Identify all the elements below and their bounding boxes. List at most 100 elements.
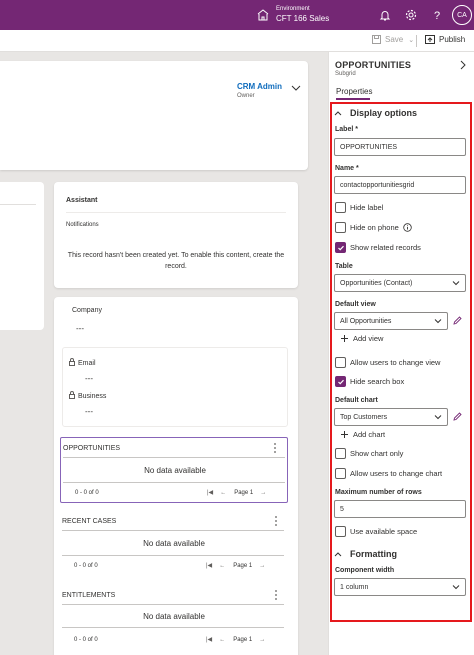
more-options-icon[interactable] (274, 589, 278, 601)
more-options-icon[interactable] (273, 442, 277, 454)
form-header[interactable]: CRM Admin Owner (0, 61, 308, 170)
show-chart-only-checkbox[interactable]: Show chart only (335, 448, 403, 459)
email-label: Email (78, 360, 96, 367)
publish-icon (425, 35, 435, 44)
checkbox-box[interactable] (335, 526, 346, 537)
notifications-label: Notifications (66, 222, 99, 228)
tab-properties[interactable]: Properties (336, 87, 372, 96)
gear-icon[interactable] (404, 8, 418, 22)
environment-icon (257, 8, 269, 20)
add-view-button[interactable]: Add view (340, 334, 383, 343)
next-page-icon[interactable]: → (259, 637, 265, 643)
checkbox-box[interactable] (335, 242, 346, 253)
subgrid-record-count: 0 - 0 of 0 (74, 563, 98, 569)
hide-on-phone-text: Hide on phone (350, 223, 399, 232)
required-marker: * (355, 126, 358, 133)
environment-name: CFT 166 Sales (276, 14, 330, 23)
email-value[interactable]: --- (85, 374, 93, 383)
formatting-header[interactable]: Formatting (334, 549, 397, 559)
hide-label-checkbox[interactable]: Hide label (335, 202, 383, 213)
first-page-icon[interactable]: |◀ (207, 489, 213, 496)
default-chart-select[interactable]: Top Customers (334, 408, 448, 426)
subgrid-divider (62, 555, 284, 556)
table-select[interactable]: Opportunities (Contact) (334, 274, 466, 292)
business-field-label: Business (69, 391, 106, 400)
company-value[interactable]: --- (76, 324, 84, 333)
page-number: Page 1 (233, 562, 253, 569)
lock-icon (69, 391, 75, 399)
default-chart-select-value: Top Customers (340, 413, 388, 421)
locked-fields-group: Email --- Business --- (62, 347, 288, 427)
hide-on-phone-checkbox[interactable]: Hide on phone (335, 222, 412, 233)
next-page-icon[interactable]: → (259, 563, 265, 569)
chevron-right-icon[interactable] (459, 60, 467, 70)
default-chart-label: Default chart (335, 397, 378, 404)
subgrid-pager: |◀ ← Page 1 → (206, 562, 265, 570)
display-options-title: Display options (350, 108, 418, 118)
hide-search-box-checkbox[interactable]: Hide search box (335, 376, 404, 387)
subgrid-divider (62, 604, 284, 605)
checkbox-box[interactable] (335, 448, 346, 459)
more-options-icon[interactable] (274, 515, 278, 527)
environment-switcher[interactable]: Environment CFT 166 Sales (256, 5, 329, 24)
max-rows-input[interactable]: 5 (334, 500, 466, 518)
save-split-chevron-icon[interactable]: ⌄ (408, 36, 414, 44)
checkbox-box[interactable] (335, 376, 346, 387)
checkbox-box[interactable] (335, 222, 346, 233)
owner-field[interactable]: CRM Admin Owner (237, 82, 282, 99)
formatting-title: Formatting (350, 549, 397, 559)
subgrid-divider (62, 627, 284, 628)
label-field-label: Label * (335, 126, 358, 133)
command-bar: Save ⌄ Publish (0, 30, 474, 52)
first-page-icon[interactable]: |◀ (206, 562, 212, 569)
previous-page-icon[interactable]: ← (220, 490, 226, 496)
help-icon[interactable]: ? (430, 8, 444, 22)
first-page-icon[interactable]: |◀ (206, 636, 212, 643)
table-label: Table (335, 263, 353, 270)
component-width-select-value: 1 column (340, 583, 369, 591)
checkbox-box[interactable] (335, 468, 346, 479)
section-divider (0, 204, 36, 205)
recent-cases-subgrid[interactable]: RECENT CASES No data available 0 - 0 of … (60, 511, 288, 577)
entitlements-subgrid[interactable]: ENTITLEMENTS No data available 0 - 0 of … (60, 585, 288, 651)
info-icon[interactable] (403, 223, 412, 232)
avatar[interactable]: CA (452, 5, 472, 25)
save-button[interactable]: Save ⌄ (372, 35, 414, 44)
save-icon (372, 35, 381, 44)
owner-role: Owner (237, 93, 255, 99)
plus-icon (341, 335, 348, 342)
next-page-icon[interactable]: → (260, 490, 266, 496)
display-options-header[interactable]: Display options (334, 108, 417, 118)
show-related-records-text: Show related records (350, 243, 421, 252)
owner-name[interactable]: CRM Admin (237, 82, 282, 91)
checkbox-box[interactable] (335, 357, 346, 368)
required-marker: * (356, 165, 359, 172)
subgrid-record-count: 0 - 0 of 0 (75, 490, 99, 496)
allow-change-view-checkbox[interactable]: Allow users to change view (335, 357, 440, 368)
pencil-icon[interactable] (452, 315, 463, 326)
name-input[interactable]: contactopportunitiesgrid (334, 176, 466, 194)
checkbox-box[interactable] (335, 202, 346, 213)
use-available-space-checkbox[interactable]: Use available space (335, 526, 417, 537)
show-chart-only-text: Show chart only (350, 449, 404, 458)
default-view-select[interactable]: All Opportunities (334, 312, 448, 330)
subgrid-empty-message: No data available (144, 466, 206, 475)
add-chart-button[interactable]: Add chart (340, 430, 385, 439)
chevron-down-icon (434, 415, 442, 420)
publish-button[interactable]: Publish (425, 35, 465, 44)
summary-card[interactable]: Company --- Email --- Business --- OPPOR… (54, 297, 298, 655)
previous-page-icon[interactable]: ← (219, 563, 225, 569)
business-value[interactable]: --- (85, 407, 93, 416)
chevron-down-icon[interactable] (290, 82, 302, 94)
show-related-records-checkbox[interactable]: Show related records (335, 242, 421, 253)
previous-page-icon[interactable]: ← (219, 637, 225, 643)
bell-icon[interactable] (378, 8, 392, 22)
chevron-up-icon (334, 111, 342, 116)
allow-change-chart-checkbox[interactable]: Allow users to change chart (335, 468, 442, 479)
component-width-select[interactable]: 1 column (334, 578, 466, 596)
label-input[interactable]: OPPORTUNITIES (334, 138, 466, 156)
opportunities-subgrid[interactable]: OPPORTUNITIES No data available 0 - 0 of… (60, 437, 288, 503)
assistant-card[interactable]: Assistant Notifications This record hasn… (54, 182, 298, 288)
general-section-card[interactable] (0, 182, 44, 330)
pencil-icon[interactable] (452, 411, 463, 422)
